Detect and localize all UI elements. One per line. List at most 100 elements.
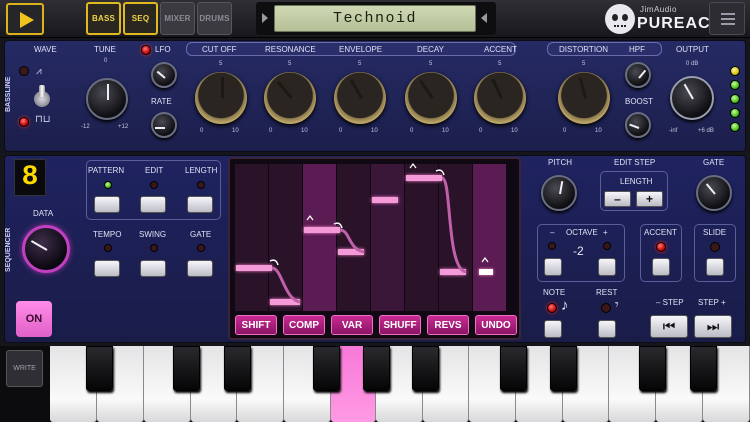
step-back-button[interactable]: ⏮ bbox=[650, 315, 688, 338]
slide-step-button[interactable] bbox=[706, 258, 724, 276]
black-key-5[interactable] bbox=[363, 346, 390, 391]
knob-indicator bbox=[221, 77, 224, 98]
gate-led bbox=[197, 244, 205, 252]
undo-button[interactable]: UNDO bbox=[475, 315, 517, 335]
rest-led bbox=[601, 303, 611, 313]
revs-button[interactable]: REVS bbox=[427, 315, 469, 335]
resonance-scale-10: 10 bbox=[301, 128, 308, 134]
tempo-button[interactable] bbox=[94, 260, 120, 277]
distortion-scale-5: 5 bbox=[582, 61, 586, 67]
octave-value: -2 bbox=[573, 244, 584, 258]
play-icon bbox=[20, 12, 34, 28]
tune-knob[interactable] bbox=[86, 78, 128, 120]
menu-button[interactable] bbox=[709, 2, 745, 35]
boost-knob[interactable] bbox=[625, 112, 651, 138]
step-forward-button[interactable]: ⏭ bbox=[694, 315, 732, 338]
black-key-6[interactable] bbox=[412, 346, 439, 391]
shift-button[interactable]: SHIFT bbox=[235, 315, 277, 335]
lfo-knob[interactable] bbox=[151, 62, 177, 88]
length-label: LENGTH bbox=[185, 166, 218, 175]
menu-icon-line bbox=[721, 23, 735, 25]
swing-button[interactable] bbox=[140, 260, 166, 277]
black-key-3[interactable] bbox=[224, 346, 251, 391]
black-key-8[interactable] bbox=[550, 346, 577, 391]
edit-button[interactable] bbox=[140, 196, 166, 213]
output-scale-max: +6 dB bbox=[698, 128, 714, 134]
skip-forward-icon: ⏭ bbox=[706, 318, 720, 334]
gate-button[interactable] bbox=[187, 260, 213, 277]
rest-icon: 𝄾 bbox=[615, 296, 619, 312]
menu-icon-line bbox=[721, 18, 735, 20]
black-key-7[interactable] bbox=[500, 346, 527, 391]
envelope-scale-10: 10 bbox=[371, 128, 378, 134]
pitch-knob[interactable] bbox=[541, 175, 577, 211]
length-plus-button[interactable]: + bbox=[636, 191, 663, 207]
next-preset-icon[interactable] bbox=[262, 13, 268, 23]
accent-scale-10: 10 bbox=[511, 128, 518, 134]
note-label: NOTE bbox=[543, 288, 566, 297]
shuff-button[interactable]: SHUFF bbox=[379, 315, 421, 335]
pattern-button[interactable] bbox=[94, 196, 120, 213]
write-button[interactable]: WRITE bbox=[6, 350, 43, 387]
mode-button-bass[interactable]: BASS bbox=[86, 2, 121, 35]
knob-indicator bbox=[683, 83, 694, 100]
envelope-knob[interactable] bbox=[334, 72, 386, 124]
resonance-knob[interactable] bbox=[264, 72, 316, 124]
tune-scale-max: +12 bbox=[118, 124, 129, 130]
distortion-knob[interactable] bbox=[558, 72, 610, 124]
gate-knob[interactable] bbox=[696, 175, 732, 211]
decay-knob[interactable] bbox=[405, 72, 457, 124]
tempo-label: TEMPO bbox=[93, 230, 122, 239]
knob-indicator bbox=[705, 183, 716, 195]
output-label: OUTPUT bbox=[676, 45, 709, 54]
knob-indicator bbox=[629, 123, 640, 129]
var-button[interactable]: VAR bbox=[331, 315, 373, 335]
mode-button-seq[interactable]: SEQ bbox=[123, 2, 158, 35]
decay-scale-0: 0 bbox=[410, 128, 414, 134]
rest-button[interactable] bbox=[598, 320, 616, 338]
mode-button-mixer[interactable]: MIXER bbox=[160, 2, 195, 35]
note-led bbox=[547, 303, 557, 313]
knob-indicator bbox=[155, 127, 165, 129]
length-minus-button[interactable]: – bbox=[604, 191, 631, 207]
knob-indicator bbox=[107, 84, 109, 100]
tempo-led bbox=[104, 244, 112, 252]
output-knob[interactable] bbox=[670, 76, 714, 120]
wave-label: WAVE bbox=[34, 45, 57, 54]
play-button[interactable] bbox=[6, 3, 44, 35]
black-key-10[interactable] bbox=[690, 346, 717, 391]
edit-step-label: EDIT STEP bbox=[614, 158, 656, 167]
wave-toggle-switch[interactable] bbox=[32, 85, 52, 109]
rate-knob[interactable] bbox=[151, 112, 177, 138]
black-key-4[interactable] bbox=[313, 346, 340, 391]
accent-step-button[interactable] bbox=[652, 258, 670, 276]
piano-keyboard bbox=[0, 346, 750, 422]
previous-preset-icon[interactable] bbox=[481, 13, 487, 23]
comp-button[interactable]: COMP bbox=[283, 315, 325, 335]
knob-indicator bbox=[156, 70, 166, 79]
pitch-label: PITCH bbox=[548, 158, 572, 167]
hpf-knob[interactable] bbox=[625, 62, 651, 88]
black-key-2[interactable] bbox=[173, 346, 200, 391]
data-knob[interactable] bbox=[22, 225, 70, 273]
preset-name-display[interactable]: Technoid bbox=[274, 5, 476, 32]
edit-led bbox=[150, 181, 158, 189]
cutoff-scale-5: 5 bbox=[219, 61, 223, 67]
swing-label: SWING bbox=[139, 230, 167, 239]
accent-scale-5: 5 bbox=[498, 61, 502, 67]
sequencer-on-button[interactable]: ON bbox=[16, 301, 52, 337]
octave-down-button[interactable] bbox=[544, 258, 562, 276]
note-button[interactable] bbox=[544, 320, 562, 338]
black-key-1[interactable] bbox=[86, 346, 113, 391]
skull-logo-icon bbox=[605, 4, 635, 34]
data-label: DATA bbox=[33, 209, 54, 218]
step-sequencer-screen[interactable]: SHIFT COMP VAR SHUFF REVS UNDO bbox=[228, 157, 521, 340]
length-button[interactable] bbox=[187, 196, 213, 213]
cutoff-knob[interactable] bbox=[195, 72, 247, 124]
distortion-scale-0: 0 bbox=[563, 128, 567, 134]
envelope-label: ENVELOPE bbox=[339, 45, 383, 54]
black-key-9[interactable] bbox=[639, 346, 666, 391]
octave-up-button[interactable] bbox=[598, 258, 616, 276]
accent-knob[interactable] bbox=[474, 72, 526, 124]
mode-button-drums[interactable]: DRUMS bbox=[197, 2, 232, 35]
